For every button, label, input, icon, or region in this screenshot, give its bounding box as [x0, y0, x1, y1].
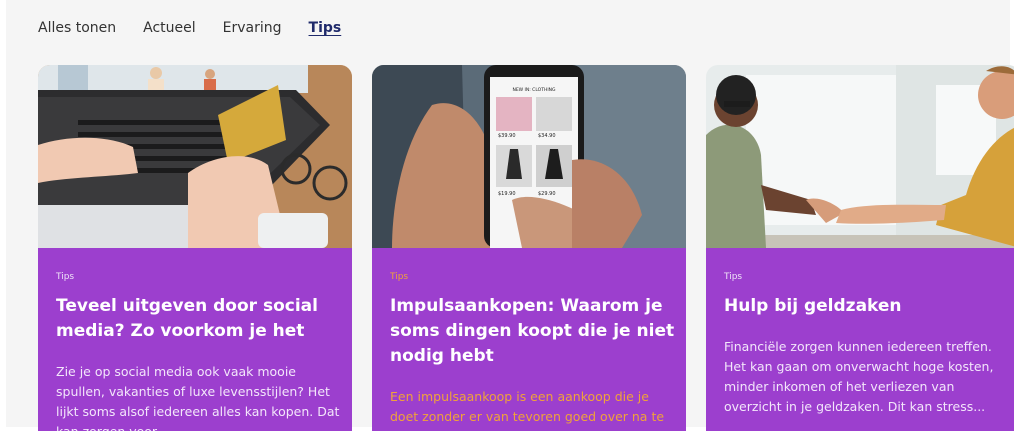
card-description: Zie je op social media ook vaak mooie sp…: [56, 364, 340, 431]
card-title[interactable]: Teveel uitgeven door social media? Zo vo…: [56, 294, 341, 344]
card-body: Tips Hulp bij geldzaken Financiële zorge…: [706, 248, 1014, 431]
phone-shopping-illustration: NEW IN: CLOTHING $39.90 $34.90 $19.90 $2…: [372, 65, 686, 248]
phone-price-1: $39.90: [498, 133, 516, 139]
tab-ervaring[interactable]: Ervaring: [223, 18, 282, 38]
card-category: Tips: [724, 272, 743, 282]
article-card-social-media[interactable]: Tips Teveel uitgeven door social media? …: [38, 65, 352, 431]
tab-actueel[interactable]: Actueel: [143, 18, 196, 38]
filter-tabs: Alles tonen Actueel Ervaring Tips: [38, 18, 368, 38]
card-image-laptop-shopping[interactable]: [38, 65, 352, 248]
card-body: Tips Impulsaankopen: Waarom je soms ding…: [372, 248, 686, 431]
article-card-impulsaankopen[interactable]: NEW IN: CLOTHING $39.90 $34.90 $19.90 $2…: [372, 65, 686, 431]
phone-price-3: $19.90: [498, 191, 516, 197]
handshake-illustration: [706, 65, 1014, 248]
phone-screen-header: NEW IN: CLOTHING: [512, 87, 556, 93]
card-category: Tips: [56, 272, 75, 282]
page-left-edge: [0, 0, 6, 431]
card-image-phone-shopping[interactable]: NEW IN: CLOTHING $39.90 $34.90 $19.90 $2…: [372, 65, 686, 248]
card-title[interactable]: Impulsaankopen: Waarom je soms dingen ko…: [390, 294, 675, 369]
phone-price-2: $34.90: [538, 133, 556, 139]
card-body: Tips Teveel uitgeven door social media? …: [38, 248, 352, 431]
card-category: Tips: [390, 272, 409, 282]
laptop-shopping-illustration: [38, 65, 352, 248]
card-description: Een impulsaankoop is een aankoop die je …: [390, 389, 665, 431]
tab-alles-tonen[interactable]: Alles tonen: [38, 18, 116, 38]
card-description: Financiële zorgen kunnen iedereen treffe…: [724, 339, 994, 414]
article-card-hulp-geldzaken[interactable]: Tips Hulp bij geldzaken Financiële zorge…: [706, 65, 1014, 431]
tab-tips[interactable]: Tips: [309, 18, 342, 38]
card-image-handshake[interactable]: [706, 65, 1014, 248]
card-title[interactable]: Hulp bij geldzaken: [724, 294, 1009, 319]
phone-price-4: $29.90: [538, 191, 556, 197]
